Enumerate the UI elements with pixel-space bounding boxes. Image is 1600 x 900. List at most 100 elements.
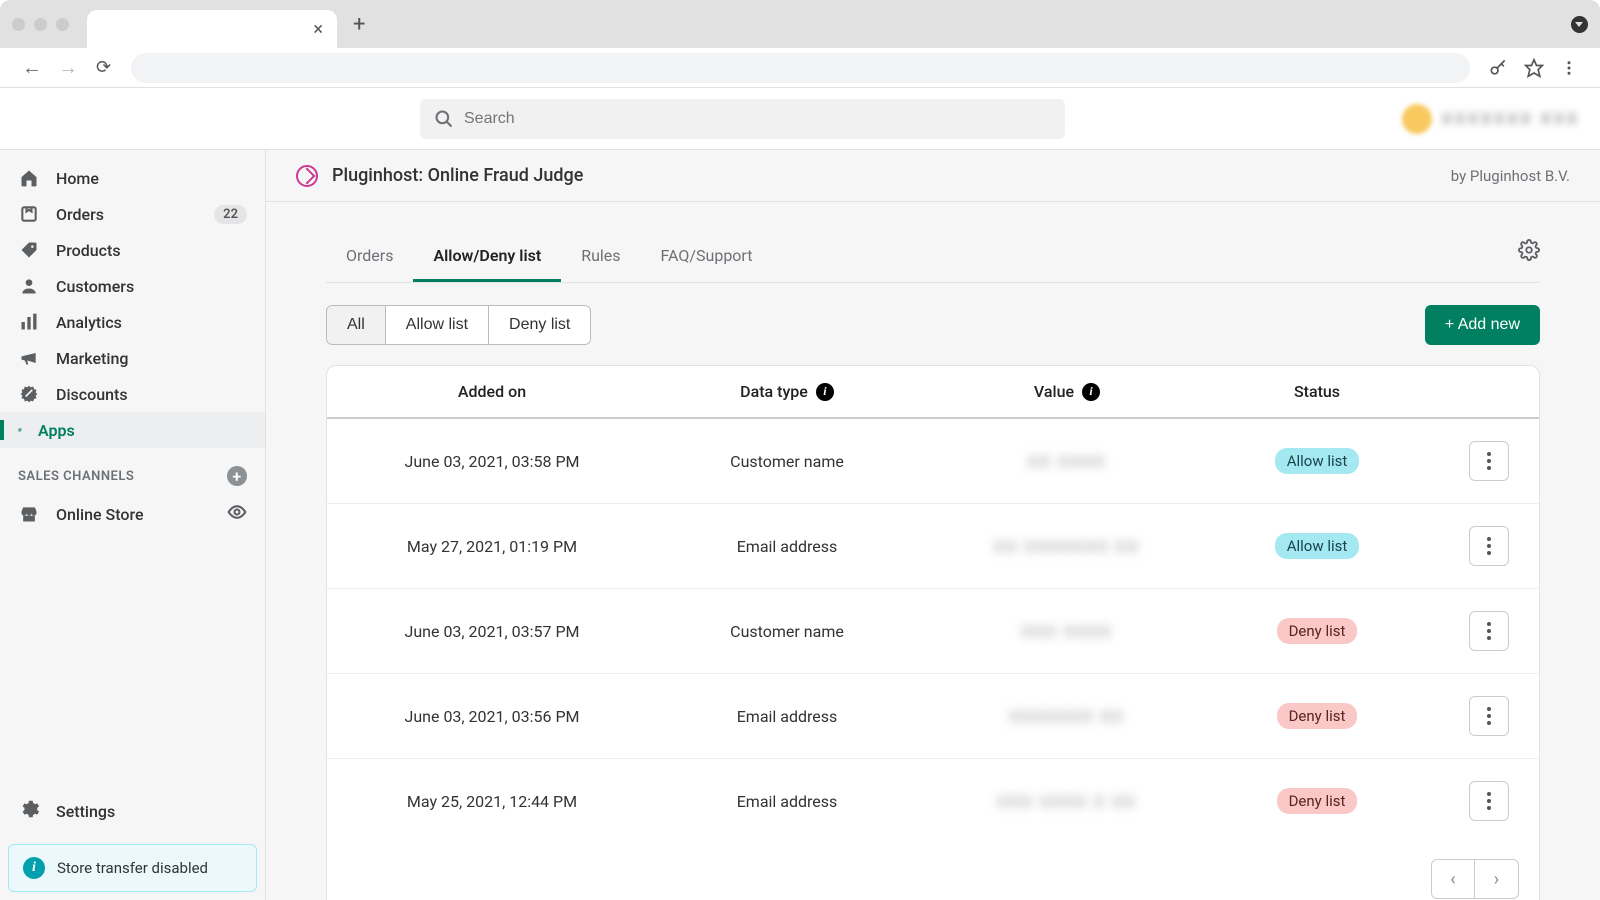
tab-orders[interactable]: Orders xyxy=(326,232,413,282)
cell-status: Allow list xyxy=(1207,533,1427,559)
col-value: Valuei xyxy=(927,382,1207,401)
tabs-dropdown-icon[interactable] xyxy=(1571,16,1588,33)
info-icon: i xyxy=(23,857,45,879)
sidebar: Home Orders 22 Products Customers Analyt… xyxy=(0,150,266,900)
reload-button[interactable]: ⟳ xyxy=(86,57,121,78)
forward-button[interactable]: → xyxy=(50,55,86,80)
content-area: Pluginhost: Online Fraud Judge by Plugin… xyxy=(266,150,1600,900)
sidebar-item-marketing[interactable]: Marketing xyxy=(0,340,265,376)
browser-tab[interactable]: × xyxy=(87,10,337,48)
table-header: Added on Data typei Valuei Status xyxy=(327,366,1539,419)
store-transfer-text: Store transfer disabled xyxy=(57,859,208,877)
add-new-button[interactable]: + Add new xyxy=(1425,305,1540,345)
sidebar-item-online-store[interactable]: Online Store xyxy=(0,494,265,534)
close-tab-icon[interactable]: × xyxy=(313,19,323,40)
home-icon xyxy=(18,168,40,188)
row-actions-button[interactable] xyxy=(1469,611,1509,651)
add-channel-button[interactable]: + xyxy=(227,466,247,486)
sidebar-item-label: Products xyxy=(56,241,121,260)
app-logo-icon xyxy=(296,165,318,187)
cell-added-on: June 03, 2021, 03:56 PM xyxy=(337,707,647,726)
sidebar-item-label: Apps xyxy=(38,421,75,440)
bar-chart-icon xyxy=(18,312,40,332)
eye-icon[interactable] xyxy=(227,502,247,526)
apps-icon xyxy=(0,420,22,440)
rules-table: Added on Data typei Valuei Status June 0… xyxy=(326,365,1540,900)
status-badge: Deny list xyxy=(1277,703,1358,729)
new-tab-button[interactable]: + xyxy=(353,12,365,37)
cell-added-on: June 03, 2021, 03:58 PM xyxy=(337,452,647,471)
sidebar-item-settings[interactable]: Settings xyxy=(0,786,265,836)
filter-row: All Allow list Deny list + Add new xyxy=(326,305,1540,345)
store-icon xyxy=(18,504,40,524)
sidebar-item-apps[interactable]: Apps xyxy=(0,412,265,448)
sidebar-item-discounts[interactable]: Discounts xyxy=(0,376,265,412)
sidebar-item-orders[interactable]: Orders 22 xyxy=(0,196,265,232)
discount-icon xyxy=(18,384,40,404)
sidebar-item-home[interactable]: Home xyxy=(0,160,265,196)
tab-allow-deny[interactable]: Allow/Deny list xyxy=(413,232,561,282)
app-settings-icon[interactable] xyxy=(1518,239,1540,275)
person-icon xyxy=(18,276,40,296)
table-row: June 03, 2021, 03:57 PMCustomer nameXXX … xyxy=(327,589,1539,674)
row-actions-button[interactable] xyxy=(1469,781,1509,821)
gear-icon xyxy=(18,798,40,824)
tag-icon xyxy=(18,240,40,260)
sidebar-item-analytics[interactable]: Analytics xyxy=(0,304,265,340)
filter-deny[interactable]: Deny list xyxy=(489,305,591,345)
cell-value: XX XXXX xyxy=(927,452,1207,471)
sidebar-item-label: Orders xyxy=(56,205,104,224)
filter-allow[interactable]: Allow list xyxy=(386,305,489,345)
status-badge: Allow list xyxy=(1275,533,1360,559)
app-header: Pluginhost: Online Fraud Judge by Plugin… xyxy=(266,150,1600,202)
row-actions-button[interactable] xyxy=(1469,441,1509,481)
cell-value: XXXXXXX XX xyxy=(927,707,1207,726)
cell-data-type: Email address xyxy=(647,537,927,556)
sidebar-item-label: Online Store xyxy=(56,505,144,524)
cell-status: Allow list xyxy=(1207,448,1427,474)
row-actions-button[interactable] xyxy=(1469,526,1509,566)
address-bar[interactable] xyxy=(131,53,1470,83)
cell-data-type: Email address xyxy=(647,792,927,811)
back-button[interactable]: ← xyxy=(14,55,50,80)
prev-page-button[interactable]: ‹ xyxy=(1431,859,1475,899)
info-icon[interactable]: i xyxy=(1082,383,1100,401)
sidebar-item-label: Analytics xyxy=(56,313,122,332)
key-icon[interactable] xyxy=(1480,58,1516,78)
browser-tab-bar: × + xyxy=(0,0,1600,48)
table-row: May 27, 2021, 01:19 PMEmail addressXX XX… xyxy=(327,504,1539,589)
sidebar-section-sales-channels: SALES CHANNELS + xyxy=(0,448,265,494)
tab-faq[interactable]: FAQ/Support xyxy=(641,232,773,282)
cell-added-on: May 27, 2021, 01:19 PM xyxy=(337,537,647,556)
search-input[interactable] xyxy=(464,110,1051,128)
store-transfer-banner[interactable]: i Store transfer disabled xyxy=(8,844,257,892)
tab-rules[interactable]: Rules xyxy=(561,232,640,282)
megaphone-icon xyxy=(18,348,40,368)
avatar xyxy=(1402,104,1432,134)
sidebar-item-products[interactable]: Products xyxy=(0,232,265,268)
cell-value: XXX XXXX xyxy=(927,622,1207,641)
menu-dots-icon[interactable] xyxy=(1552,59,1586,77)
col-status: Status xyxy=(1207,382,1427,401)
info-icon[interactable]: i xyxy=(816,383,834,401)
sidebar-item-label: Discounts xyxy=(56,385,128,404)
search-box[interactable] xyxy=(420,99,1065,139)
col-data-type: Data typei xyxy=(647,382,927,401)
col-added-on: Added on xyxy=(337,382,647,401)
user-menu[interactable]: XXXXXXX XXX xyxy=(1402,104,1580,134)
section-label-text: SALES CHANNELS xyxy=(18,469,134,484)
table-row: May 25, 2021, 12:44 PMEmail addressXXX X… xyxy=(327,759,1539,843)
cell-status: Deny list xyxy=(1207,703,1427,729)
star-icon[interactable] xyxy=(1516,58,1552,78)
sidebar-item-label: Marketing xyxy=(56,349,128,368)
sidebar-item-label: Customers xyxy=(56,277,134,296)
settings-label: Settings xyxy=(56,802,115,821)
cell-data-type: Customer name xyxy=(647,622,927,641)
row-actions-button[interactable] xyxy=(1469,696,1509,736)
table-row: June 03, 2021, 03:56 PMEmail addressXXXX… xyxy=(327,674,1539,759)
sidebar-item-customers[interactable]: Customers xyxy=(0,268,265,304)
next-page-button[interactable]: › xyxy=(1475,859,1519,899)
status-badge: Deny list xyxy=(1277,618,1358,644)
app-title: Pluginhost: Online Fraud Judge xyxy=(332,165,583,186)
filter-all[interactable]: All xyxy=(326,305,386,345)
